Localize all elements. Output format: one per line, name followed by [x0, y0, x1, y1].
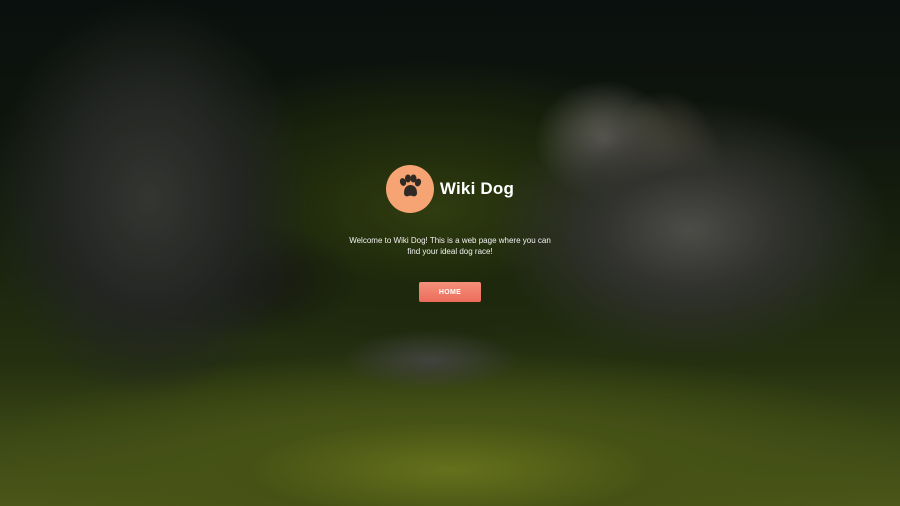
- hero-content: Wiki Dog Welcome to Wiki Dog! This is a …: [0, 164, 900, 302]
- home-button[interactable]: HOME: [419, 282, 481, 302]
- site-title: Wiki Dog: [439, 179, 515, 198]
- paw-icon: [395, 172, 425, 206]
- welcome-text: Welcome to Wiki Dog! This is a web page …: [349, 236, 551, 256]
- hero-section: Wiki Dog Welcome to Wiki Dog! This is a …: [0, 0, 900, 506]
- logo: [385, 165, 434, 213]
- brand: Wiki Dog: [385, 164, 515, 214]
